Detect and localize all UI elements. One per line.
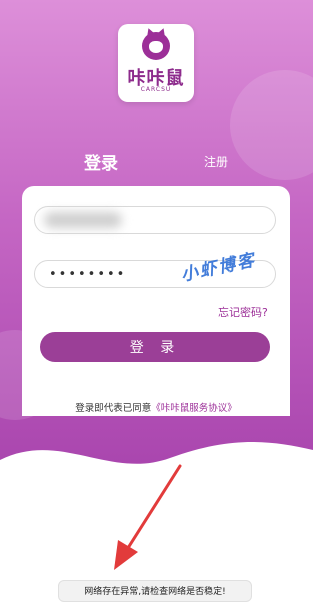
tab-login[interactable]: 登录	[84, 149, 118, 174]
tab-register[interactable]: 注册	[204, 153, 228, 170]
login-card: 忘记密码? 登 录 登录即代表已同意《咔咔鼠服务协议》	[22, 186, 290, 416]
red-arrow	[114, 464, 182, 570]
login-button[interactable]: 登 录	[40, 332, 270, 362]
forgot-password-link[interactable]: 忘记密码?	[218, 304, 268, 320]
brand-subtitle: CARCSU	[140, 86, 172, 93]
mouse-logo-icon	[142, 26, 170, 60]
app-logo: 咔咔鼠 CARCSU	[118, 24, 194, 102]
decorative-bubble	[230, 70, 313, 180]
agreement-prefix: 登录即代表已同意	[75, 403, 152, 414]
blurred-username	[44, 212, 122, 228]
agreement-text: 登录即代表已同意《咔咔鼠服务协议》	[22, 400, 290, 414]
network-error-toast: 网络存在异常,请检查网络是否稳定!	[58, 580, 252, 602]
service-agreement-link[interactable]: 《咔咔鼠服务协议》	[151, 403, 237, 414]
